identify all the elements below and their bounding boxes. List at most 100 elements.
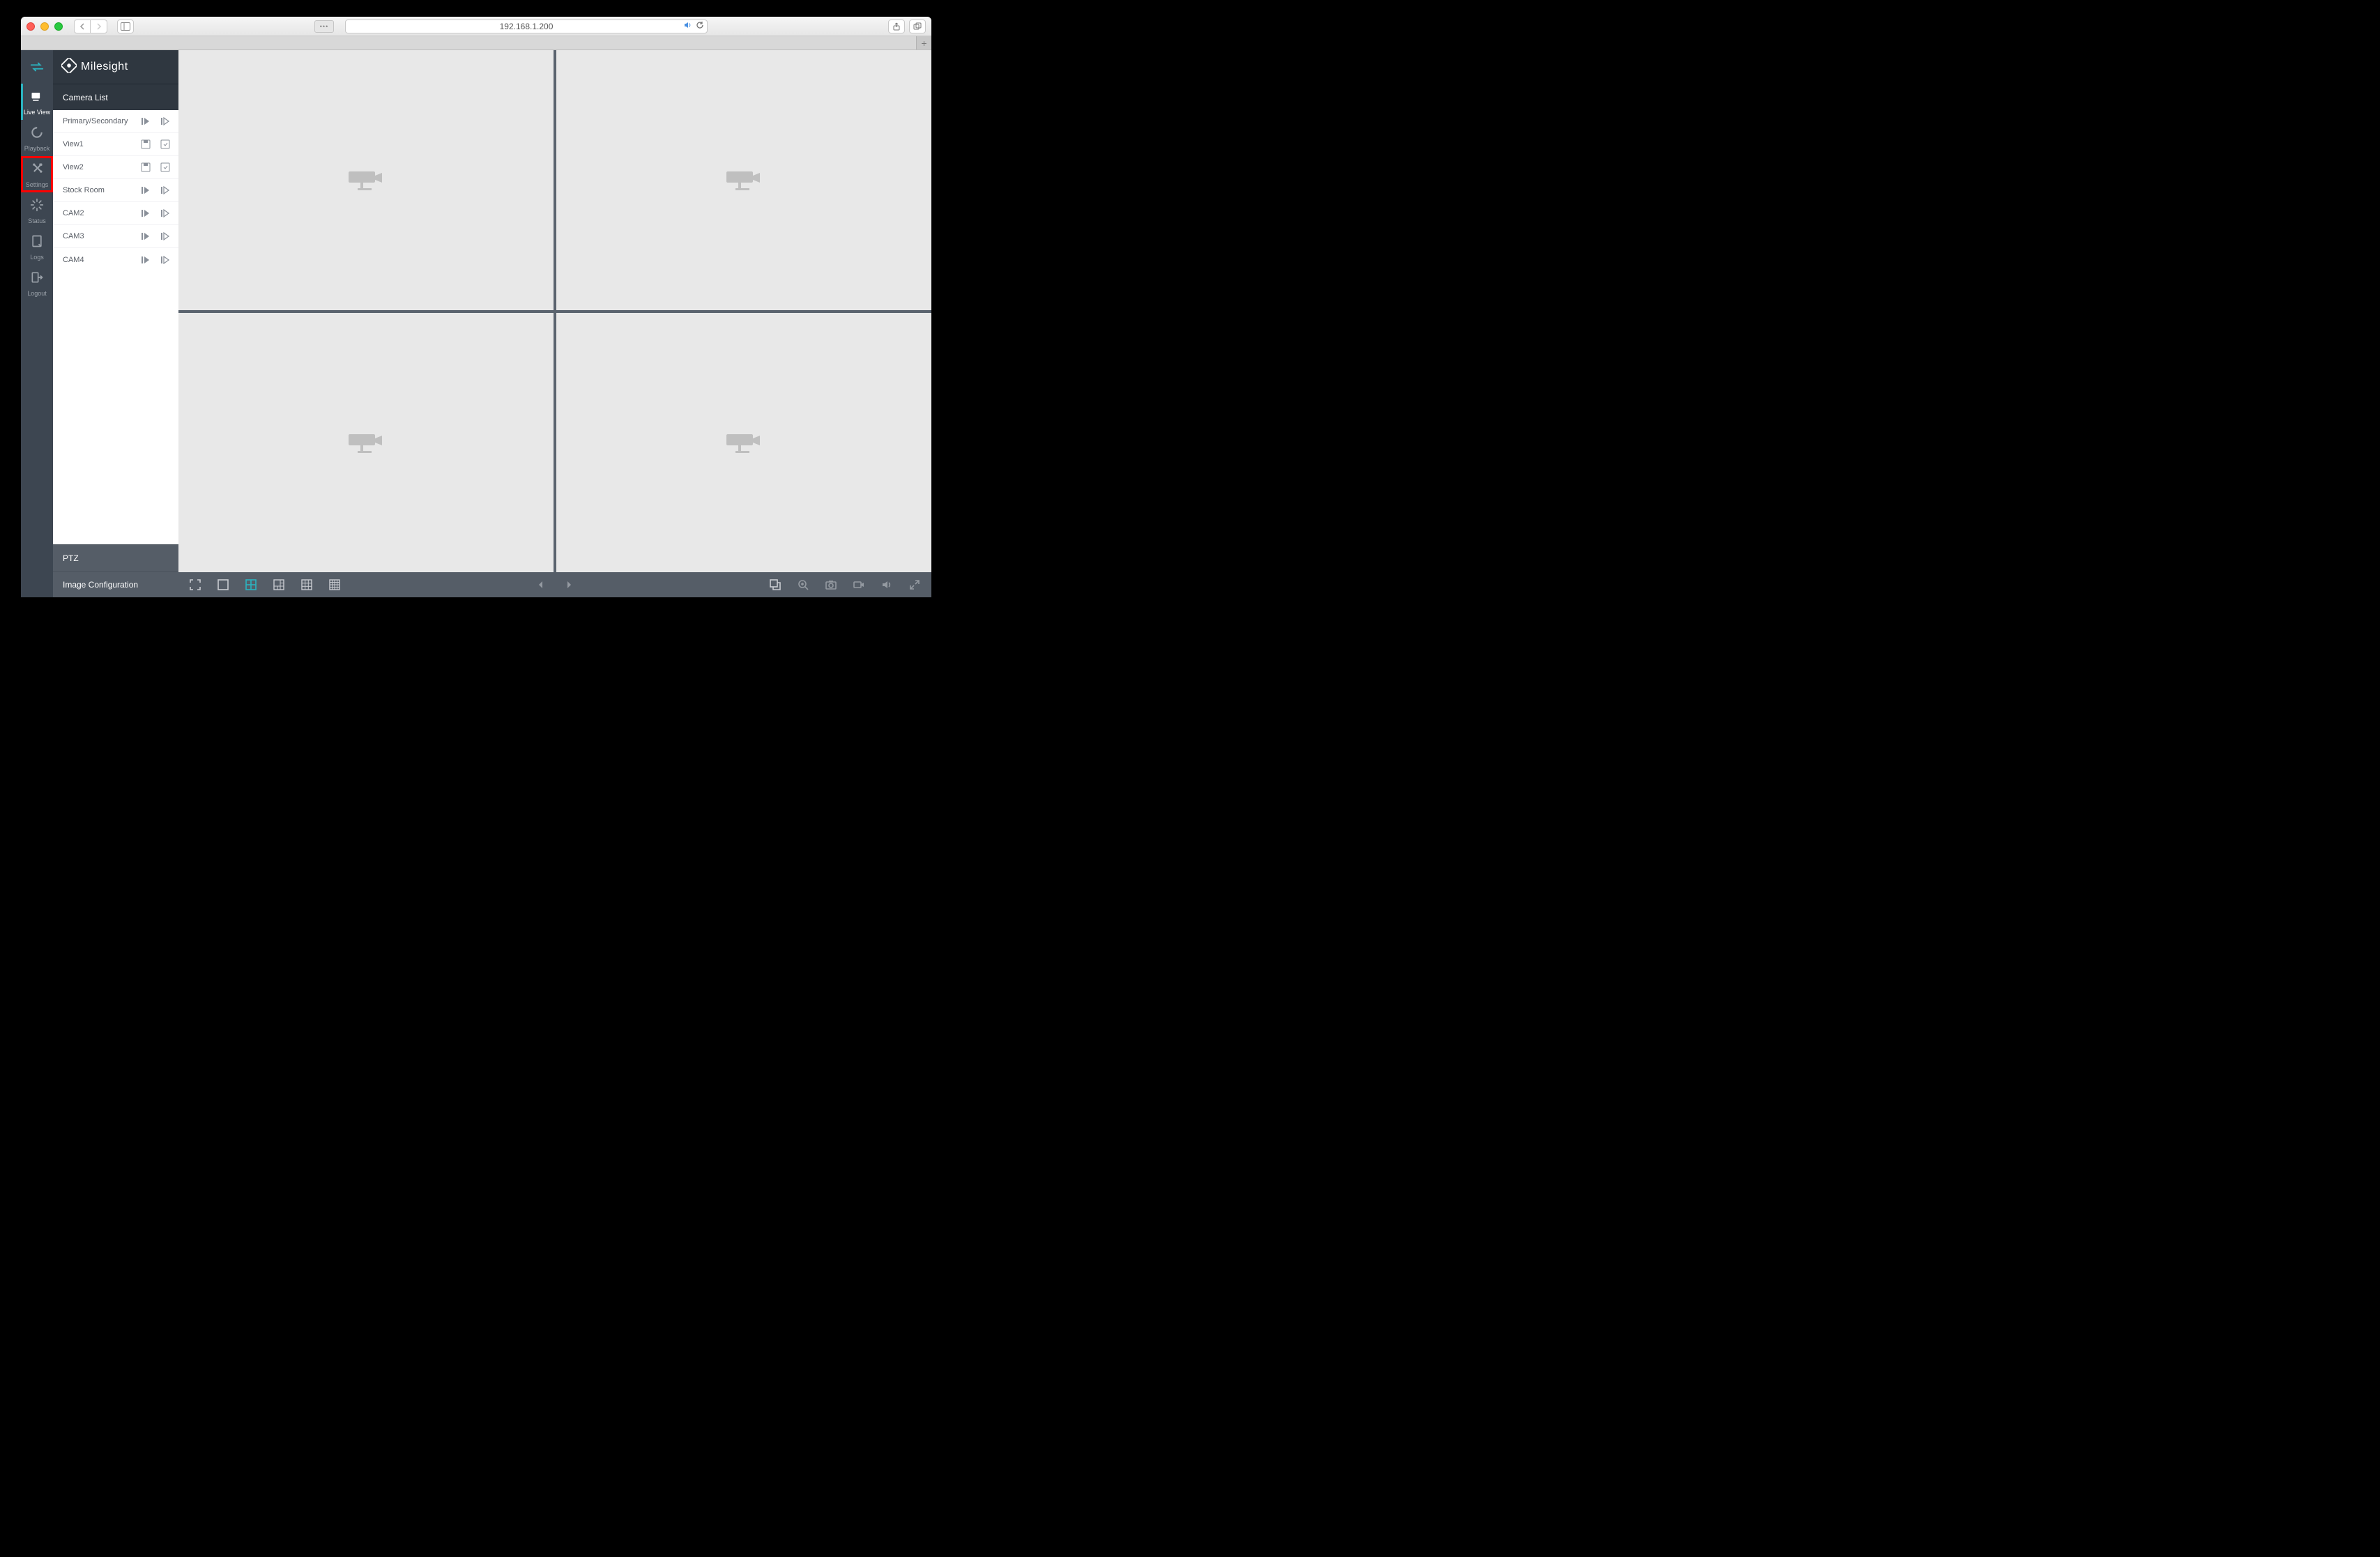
expand-icon[interactable] [908, 578, 922, 592]
logout-icon [30, 270, 44, 288]
camera-row[interactable]: CAM4 [53, 248, 178, 271]
nav-logout[interactable]: Logout [21, 265, 53, 301]
reload-icon[interactable] [696, 21, 704, 31]
play-all-secondary-icon[interactable] [159, 115, 171, 128]
layout-1x1-icon[interactable] [216, 578, 230, 592]
nav-label: Logout [27, 290, 47, 297]
address-bar[interactable]: 192.168.1.200 [345, 20, 708, 33]
close-window-button[interactable] [26, 22, 35, 31]
play-primary-icon[interactable] [139, 230, 152, 243]
play-primary-icon[interactable] [139, 184, 152, 197]
tab-strip: + [21, 36, 931, 50]
record-icon[interactable] [852, 578, 866, 592]
play-secondary-icon[interactable] [159, 207, 171, 220]
window-controls [26, 22, 63, 31]
nav-buttons [74, 20, 107, 33]
video-grid [178, 50, 931, 572]
camera-row[interactable]: Stock Room [53, 179, 178, 202]
video-tile[interactable] [178, 50, 554, 310]
play-primary-icon[interactable] [139, 207, 152, 220]
viewer-toolbar [178, 572, 931, 597]
camera-row[interactable]: CAM2 [53, 202, 178, 225]
layout-4x4-icon[interactable] [328, 578, 342, 592]
toolbar-right [888, 20, 926, 33]
minimize-window-button[interactable] [40, 22, 49, 31]
playback-icon [30, 125, 44, 143]
play-all-primary-icon[interactable] [139, 115, 152, 128]
nav-label: Status [28, 217, 46, 224]
tabs-button[interactable] [909, 20, 926, 33]
layout-3x3-icon[interactable] [300, 578, 314, 592]
nav-label: Live View [24, 109, 50, 116]
play-secondary-icon[interactable] [159, 184, 171, 197]
share-button[interactable] [888, 20, 905, 33]
play-primary-icon[interactable] [139, 254, 152, 266]
view-row[interactable]: View2 [53, 156, 178, 179]
logs-icon [30, 234, 44, 252]
audio-icon[interactable] [880, 578, 894, 592]
nav-rail: Live View Playback Settings Status [21, 50, 53, 597]
load-view-icon[interactable] [159, 161, 171, 174]
fullscreen-icon[interactable] [188, 578, 202, 592]
camera-placeholder-icon [345, 429, 387, 457]
camera-list: Primary/Secondary View1 View2 Stock Room [53, 110, 178, 544]
row-name: View1 [63, 140, 132, 148]
browser-toolbar: ••• 192.168.1.200 [21, 17, 931, 36]
new-tab-button[interactable]: + [916, 36, 931, 49]
video-tile[interactable] [556, 313, 931, 573]
app-root: Live View Playback Settings Status [21, 50, 931, 597]
panel-sections: PTZ Image Configuration [53, 544, 178, 597]
nav-status[interactable]: Status [21, 192, 53, 229]
url-text: 192.168.1.200 [500, 22, 554, 31]
reader-button[interactable]: ••• [314, 20, 334, 33]
row-name: CAM3 [63, 232, 132, 240]
layout-1plus5-icon[interactable] [272, 578, 286, 592]
nav-label: Logs [30, 254, 44, 261]
camera-list-header: Primary/Secondary [53, 110, 178, 133]
layout-2x2-icon[interactable] [244, 578, 258, 592]
back-button[interactable] [74, 20, 91, 33]
nav-settings[interactable]: Settings [21, 156, 53, 192]
viewer [178, 50, 931, 597]
zoom-icon[interactable] [796, 578, 810, 592]
next-page-icon[interactable] [562, 578, 576, 592]
brand-logo-icon [61, 58, 77, 77]
brand-header: Milesight [53, 50, 178, 84]
video-tile[interactable] [178, 313, 554, 573]
audio-icon[interactable] [683, 21, 692, 31]
camera-placeholder-icon [345, 166, 387, 194]
row-name: Stock Room [63, 186, 132, 194]
browser-window: ••• 192.168.1.200 + [21, 17, 931, 597]
load-view-icon[interactable] [159, 138, 171, 151]
camera-placeholder-icon [723, 429, 765, 457]
nav-label: Playback [24, 145, 50, 152]
video-tile[interactable] [556, 50, 931, 310]
stop-all-icon[interactable] [768, 578, 782, 592]
prev-page-icon[interactable] [534, 578, 548, 592]
nav-playback[interactable]: Playback [21, 120, 53, 156]
row-name: CAM2 [63, 209, 132, 217]
play-secondary-icon[interactable] [159, 230, 171, 243]
brand-name: Milesight [81, 61, 128, 73]
view-row[interactable]: View1 [53, 133, 178, 156]
rail-sync-icon[interactable] [21, 50, 53, 84]
play-secondary-icon[interactable] [159, 254, 171, 266]
settings-icon [30, 162, 44, 179]
row-name: View2 [63, 163, 132, 171]
section-image-config[interactable]: Image Configuration [53, 571, 178, 597]
status-icon [30, 198, 44, 215]
snapshot-icon[interactable] [824, 578, 838, 592]
save-view-icon[interactable] [139, 161, 152, 174]
header-label: Primary/Secondary [63, 117, 132, 125]
section-ptz[interactable]: PTZ [53, 544, 178, 571]
side-panel: Milesight Camera List Primary/Secondary … [53, 50, 178, 597]
nav-live-view[interactable]: Live View [21, 84, 53, 120]
panel-title: Camera List [53, 84, 178, 110]
live-view-icon [30, 89, 44, 107]
nav-logs[interactable]: Logs [21, 229, 53, 265]
forward-button[interactable] [91, 20, 107, 33]
sidebar-toggle-button[interactable] [117, 20, 134, 33]
save-view-icon[interactable] [139, 138, 152, 151]
maximize-window-button[interactable] [54, 22, 63, 31]
camera-row[interactable]: CAM3 [53, 225, 178, 248]
